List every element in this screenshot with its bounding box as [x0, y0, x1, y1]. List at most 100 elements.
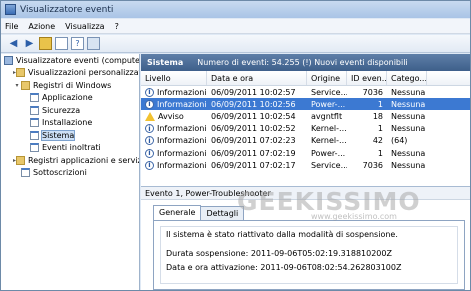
date-cell: 06/09/2011 10:02:54: [211, 111, 296, 121]
folder-icon: [16, 155, 26, 165]
window-title: Visualizzatore eventi: [20, 4, 114, 15]
category-cell: Nessuna: [391, 111, 426, 121]
date-cell: 06/09/2011 07:02:23: [211, 136, 296, 146]
level-label: Avviso: [158, 111, 184, 121]
date-cell: 06/09/2011 10:02:52: [211, 124, 296, 134]
tree-item-visualizzazioni-personalizzate[interactable]: ▸ Visualizzazioni personalizzate: [1, 67, 139, 80]
table-row[interactable]: i Informazioni 06/09/2011 10:02:56 Power-..…: [141, 98, 470, 111]
event-count: Numero di eventi: 54.255 (!) Nuovi event…: [197, 58, 408, 67]
event-viewer-window: Visualizzatore eventi File Azione Visual…: [0, 0, 471, 291]
show-hide-tree-icon[interactable]: [55, 37, 68, 50]
tree-item-applicazione[interactable]: Applicazione: [1, 92, 139, 105]
collapse-arrow-icon[interactable]: ▾: [13, 82, 21, 89]
folder-icon: [16, 68, 26, 78]
wake-time: Data e ora attivazione: 2011-09-06T08:02…: [166, 263, 402, 272]
log-icon: [30, 130, 39, 140]
tree-item-label: Visualizzazioni personalizzate: [28, 68, 140, 78]
level-label: Informazioni: [157, 99, 207, 109]
log-name: Sistema: [147, 58, 184, 67]
description-line: Il sistema è stato riattivato dalla moda…: [166, 230, 398, 239]
table-row[interactable]: i Informazioni 06/09/2011 10:02:57 Service.…: [141, 86, 470, 98]
info-icon: i: [145, 148, 154, 158]
log-icon: [21, 168, 30, 178]
level-cell: Avviso: [141, 111, 207, 121]
tree-item-label: Applicazione: [42, 93, 93, 103]
tree-item-label: Sicurezza: [42, 105, 81, 115]
tree-item-label: Sottoscrizioni: [33, 168, 87, 178]
column-categoria[interactable]: Catego...: [387, 71, 427, 85]
date-cell: 06/09/2011 10:02:56: [211, 99, 296, 109]
info-icon: i: [145, 87, 154, 97]
event-id-cell: 7036: [362, 87, 383, 97]
help-icon[interactable]: ?: [71, 37, 84, 50]
event-id-cell: 1: [377, 124, 383, 134]
category-cell: Nessuna: [391, 124, 426, 134]
menu-visualizza[interactable]: Visualizza: [65, 22, 104, 31]
folder-icon: [21, 80, 30, 90]
column-id-evento[interactable]: ID even...: [347, 71, 387, 85]
tree-item-sottoscrizioni[interactable]: Sottoscrizioni: [1, 167, 139, 180]
sleep-duration: Durata sospensione: 2011-09-06T05:02:19.…: [166, 249, 392, 258]
tree-item-installazione[interactable]: Installazione: [1, 117, 139, 130]
column-data-ora[interactable]: Data e ora: [207, 71, 307, 85]
event-viewer-icon: [5, 4, 16, 15]
date-cell: 06/09/2011 07:02:17: [211, 160, 296, 170]
event-id-cell: 7036: [362, 160, 383, 170]
level-label: Informazioni: [157, 124, 207, 134]
category-cell: (64): [391, 136, 408, 146]
category-cell: Nessuna: [391, 99, 426, 109]
tree-item-registri-di-windows[interactable]: ▾ Registri di Windows: [1, 79, 139, 92]
tree-item-registri-applicazioni-e-servizi[interactable]: ▸ Registri applicazioni e servizi: [1, 154, 139, 167]
tree-item-eventi-inoltrati[interactable]: Eventi inoltrati: [1, 142, 139, 155]
tree-item-label: Registri applicazioni e servizi: [28, 155, 140, 165]
tree-item-sicurezza[interactable]: Sicurezza: [1, 104, 139, 117]
tree-item-sistema[interactable]: Sistema: [1, 129, 139, 142]
table-row[interactable]: Avviso 06/09/2011 10:02:54 avgntflt 18 Nessu…: [141, 110, 470, 122]
folder-up-icon[interactable]: [39, 37, 52, 50]
level-label: Informazioni: [157, 160, 207, 170]
general-panel: Il sistema è stato riattivato dalla moda…: [153, 220, 465, 290]
forward-arrow-icon[interactable]: ▶: [23, 37, 36, 50]
level-cell: i Informazioni: [141, 87, 207, 97]
event-id-cell: 42: [372, 136, 383, 146]
event-id-cell: 1: [377, 148, 383, 158]
level-label: Informazioni: [157, 87, 207, 97]
table-body: i Informazioni 06/09/2011 10:02:57 Service.…: [141, 86, 470, 171]
level-cell: i Informazioni: [141, 148, 207, 158]
menu-bar: File Azione Visualizza ?: [1, 19, 470, 34]
events-table: Livello Data e ora Origine ID even... Ca…: [141, 71, 470, 171]
table-row[interactable]: i Informazioni 06/09/2011 07:02:19 Power-..…: [141, 147, 470, 159]
column-livello[interactable]: Livello: [141, 71, 207, 85]
table-header: Livello Data e ora Origine ID even... Ca…: [141, 71, 470, 86]
level-cell: i Informazioni: [141, 160, 207, 170]
navigation-tree: Visualizzatore eventi (computer ▸ Visualiz…: [1, 54, 140, 290]
source-cell: Power-...: [311, 99, 346, 109]
source-cell: Kernel-...: [311, 124, 347, 134]
log-icon: [30, 93, 39, 103]
source-cell: Power-...: [311, 148, 346, 158]
level-label: Informazioni: [157, 148, 207, 158]
table-row[interactable]: i Informazioni 06/09/2011 10:02:52 Kernel-.…: [141, 123, 470, 135]
back-arrow-icon[interactable]: ◀: [7, 37, 20, 50]
menu-azione[interactable]: Azione: [28, 22, 55, 31]
action-pane-icon[interactable]: [87, 37, 100, 50]
event-id-cell: 18: [372, 111, 383, 121]
tree-item-label: Installazione: [42, 118, 93, 128]
source-cell: avgntflt: [311, 111, 343, 121]
date-cell: 06/09/2011 07:02:19: [211, 148, 296, 158]
source-cell: Kernel-...: [311, 136, 347, 146]
tree-item-label: Eventi inoltrati: [42, 143, 101, 153]
watermark-url: www.geekissimo.com: [311, 212, 397, 221]
table-row[interactable]: i Informazioni 06/09/2011 07:02:23 Kernel-.…: [141, 135, 470, 147]
menu-help[interactable]: ?: [115, 22, 119, 31]
tab-generale[interactable]: Generale: [153, 205, 202, 220]
log-header: Sistema Numero di eventi: 54.255 (!) Nuo…: [141, 54, 470, 71]
column-origine[interactable]: Origine: [307, 71, 347, 85]
detail-tabs: Generale Dettagli: [153, 205, 245, 220]
table-row[interactable]: i Informazioni 06/09/2011 07:02:17 Service.…: [141, 159, 470, 171]
tree-item-visualizzatore-eventi-computer[interactable]: Visualizzatore eventi (computer: [1, 54, 139, 67]
event-description[interactable]: Il sistema è stato riattivato dalla moda…: [160, 226, 458, 284]
pc-icon: [4, 55, 13, 65]
menu-file[interactable]: File: [5, 22, 18, 31]
info-icon: i: [145, 124, 154, 134]
